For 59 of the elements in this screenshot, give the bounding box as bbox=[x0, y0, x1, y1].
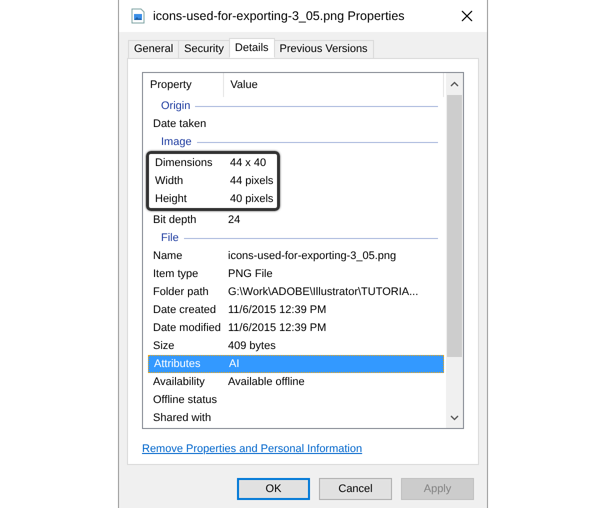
property-name: Item type bbox=[152, 266, 200, 282]
column-header[interactable]: Property bbox=[148, 73, 224, 97]
property-value: 44 pixels bbox=[230, 174, 274, 189]
property-name: Availability bbox=[152, 374, 206, 390]
property-name: Height bbox=[154, 192, 188, 207]
property-name: Attributes bbox=[153, 356, 202, 372]
window-title: icons-used-for-exporting-3_05.png Properties bbox=[153, 8, 406, 25]
property-value: 40 pixels bbox=[230, 192, 274, 207]
section-heading: Image bbox=[161, 134, 192, 150]
property-name: Shared with bbox=[152, 410, 212, 426]
property-name: Width bbox=[154, 174, 184, 189]
property-row[interactable]: Availability Available offline bbox=[148, 373, 444, 391]
column-header[interactable]: Value bbox=[224, 73, 444, 97]
close-icon[interactable] bbox=[461, 10, 473, 22]
property-value: 11/6/2015 12:39 PM bbox=[228, 320, 326, 336]
property-name: Date modified bbox=[152, 320, 222, 336]
property-row[interactable]: Date taken bbox=[148, 115, 444, 133]
scroll-up-icon[interactable] bbox=[450, 81, 459, 87]
section-heading: File bbox=[161, 230, 179, 246]
property-value: Available offline bbox=[228, 374, 305, 390]
section-heading: Origin bbox=[161, 98, 190, 114]
property-name: Bit depth bbox=[152, 212, 198, 228]
dialog-button[interactable]: OK bbox=[237, 478, 310, 500]
property-name: Date taken bbox=[152, 116, 208, 132]
property-row[interactable]: Date modified 11/6/2015 12:39 PM bbox=[148, 319, 444, 337]
property-name: Offline status bbox=[152, 392, 218, 408]
property-row[interactable]: Name icons-used-for-exporting-3_05.png bbox=[148, 247, 444, 265]
tab[interactable]: General bbox=[128, 40, 180, 58]
scroll-down-icon[interactable] bbox=[450, 415, 459, 421]
property-value: 11/6/2015 12:39 PM bbox=[228, 302, 326, 318]
property-row[interactable]: Width 44 pixels bbox=[150, 172, 274, 190]
property-name: Date created bbox=[152, 302, 217, 318]
property-row[interactable]: Shared with bbox=[148, 409, 444, 427]
property-value: 24 bbox=[228, 212, 240, 228]
scrollbar[interactable] bbox=[446, 73, 463, 428]
property-value: icons-used-for-exporting-3_05.png bbox=[228, 248, 396, 264]
dialog-button[interactable]: Cancel bbox=[319, 478, 392, 500]
property-value: G:\Work\ADOBE\Illustrator\TUTORIA... bbox=[228, 284, 418, 300]
property-row[interactable]: Height 40 pixels bbox=[150, 190, 274, 208]
remove-properties-link[interactable]: Remove Properties and Personal Information bbox=[142, 441, 362, 458]
property-value: PNG File bbox=[228, 266, 273, 282]
property-value: 409 bytes bbox=[228, 338, 276, 354]
property-row[interactable]: Item type PNG File bbox=[148, 265, 444, 283]
image-file-icon bbox=[131, 8, 145, 24]
property-row[interactable]: Dimensions 44 x 40 bbox=[150, 154, 274, 172]
property-row[interactable]: Offline status bbox=[148, 391, 444, 409]
property-row[interactable]: Size 409 bytes bbox=[148, 337, 444, 355]
property-row[interactable]: Bit depth 24 bbox=[148, 211, 444, 229]
property-row[interactable]: Folder path G:\Work\ADOBE\Illustrator\TUTORIA... bbox=[148, 283, 444, 301]
property-name: Dimensions bbox=[154, 156, 214, 171]
property-value: AI bbox=[229, 356, 240, 372]
property-name: Size bbox=[152, 338, 176, 354]
tab[interactable]: Previous Versions bbox=[274, 40, 374, 58]
property-name: Name bbox=[152, 248, 184, 264]
property-row[interactable]: Date created 11/6/2015 12:39 PM bbox=[148, 301, 444, 319]
tab[interactable]: Details bbox=[228, 38, 275, 58]
property-value: 44 x 40 bbox=[230, 156, 266, 171]
scrollbar-thumb[interactable] bbox=[447, 95, 462, 357]
property-name: Folder path bbox=[152, 284, 210, 300]
